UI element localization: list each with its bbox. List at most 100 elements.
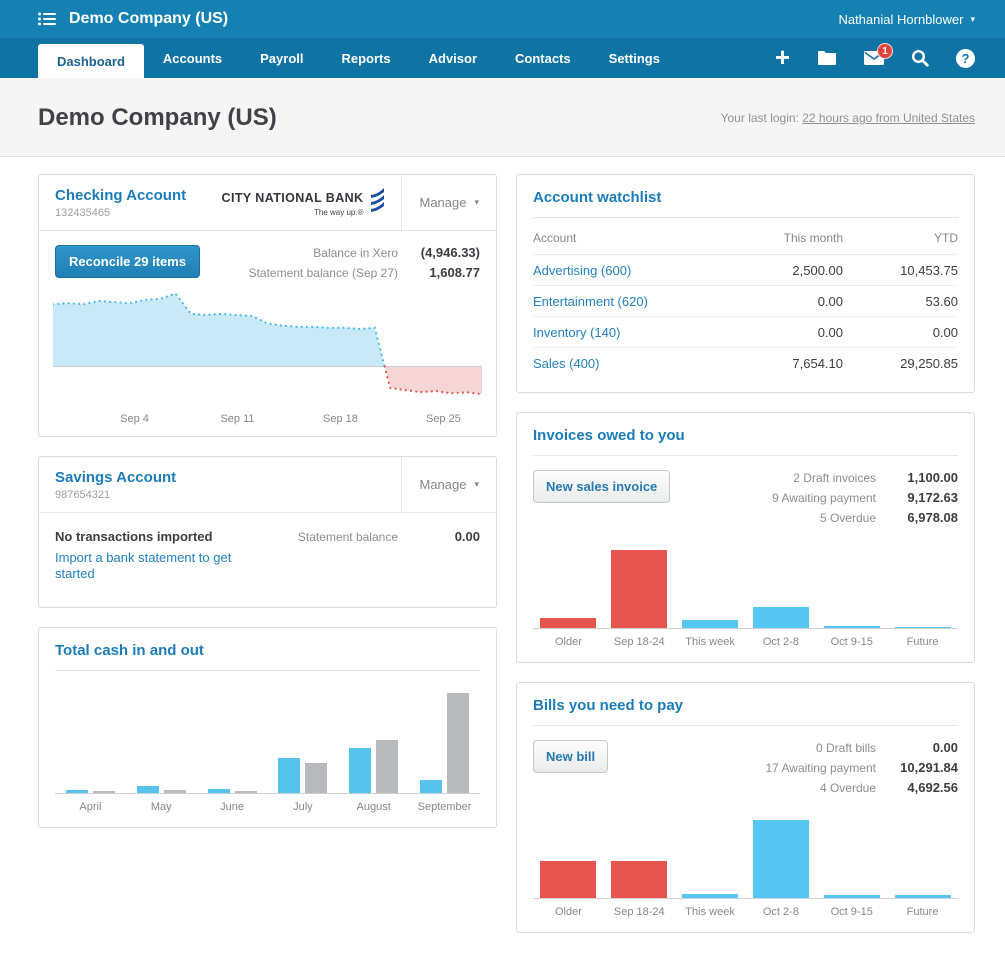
- overdue-value: 6,978.08: [876, 510, 958, 525]
- page-header: Demo Company (US) Your last login: 22 ho…: [0, 78, 1005, 157]
- divider: [55, 670, 480, 671]
- table-row: Advertising (600) 2,500.00 10,453.75: [533, 255, 958, 286]
- checking-card-body: Reconcile 29 items Balance in Xero (4,94…: [39, 231, 496, 282]
- divider: [533, 217, 958, 218]
- draft-bills-value: 0.00: [876, 740, 958, 755]
- right-column: Account watchlist Account This month YTD…: [516, 174, 975, 933]
- invoices-summary-row: New sales invoice 2 Draft invoices 1,100…: [533, 470, 958, 525]
- help-icon[interactable]: ?: [956, 49, 975, 68]
- watchlist-col-account: Account: [533, 220, 708, 255]
- invoices-stats: 2 Draft invoices 1,100.00 9 Awaiting pay…: [772, 470, 958, 525]
- tab-dashboard[interactable]: Dashboard: [38, 44, 144, 78]
- tab-payroll[interactable]: Payroll: [241, 38, 322, 78]
- user-menu[interactable]: Nathanial Hornblower ▾: [838, 12, 975, 27]
- tab-advisor[interactable]: Advisor: [410, 38, 496, 78]
- draft-invoices-label: 2 Draft invoices: [793, 471, 876, 485]
- balance-in-xero-row: Balance in Xero (4,946.33): [249, 245, 480, 260]
- invoices-title: Invoices owed to you: [533, 427, 958, 444]
- overdue-value: 4,692.56: [876, 780, 958, 795]
- draft-bills-label: 0 Draft bills: [816, 741, 876, 755]
- watchlist-month-value: 7,654.10: [708, 348, 843, 379]
- account-watchlist-card: Account watchlist Account This month YTD…: [516, 174, 975, 393]
- watchlist-ytd-value: 29,250.85: [843, 348, 958, 379]
- new-bill-button[interactable]: New bill: [533, 740, 608, 773]
- import-statement-link[interactable]: Import a bank statement to get started: [55, 550, 250, 583]
- watchlist-month-value: 2,500.00: [708, 255, 843, 286]
- awaiting-payment-label: 9 Awaiting payment: [772, 491, 876, 505]
- watchlist-ytd-value: 53.60: [843, 286, 958, 317]
- checking-title-block: Checking Account 132435465: [39, 175, 202, 230]
- overdue-row: 5 Overdue 6,978.08: [772, 510, 958, 525]
- watchlist-account-link[interactable]: Sales (400): [533, 356, 599, 371]
- watchlist-ytd-value: 0.00: [843, 317, 958, 348]
- new-sales-invoice-button[interactable]: New sales invoice: [533, 470, 670, 503]
- checking-manage-menu[interactable]: Manage ▾: [401, 175, 496, 230]
- chevron-down-icon: ▾: [474, 480, 479, 489]
- total-cash-card: Total cash in and out AprilMayJuneJulyAu…: [38, 627, 497, 828]
- checking-balances: Balance in Xero (4,946.33) Statement bal…: [249, 245, 480, 280]
- divider: [533, 725, 958, 726]
- last-login-link[interactable]: 22 hours ago from United States: [802, 111, 975, 125]
- watchlist-account-link[interactable]: Inventory (140): [533, 325, 620, 340]
- checking-card-header: Checking Account 132435465 CITY NATIONAL…: [39, 175, 496, 231]
- savings-statement-label: Statement balance: [298, 530, 398, 544]
- search-icon[interactable]: [911, 49, 929, 67]
- draft-invoices-row: 2 Draft invoices 1,100.00: [772, 470, 958, 485]
- menu-list-icon[interactable]: [38, 12, 56, 26]
- watchlist-account-link[interactable]: Advertising (600): [533, 263, 631, 278]
- mail-icon[interactable]: 1: [864, 51, 884, 65]
- reconcile-button[interactable]: Reconcile 29 items: [55, 245, 200, 278]
- savings-card-header: Savings Account 987654321 Manage ▾: [39, 457, 496, 513]
- savings-account-link[interactable]: Savings Account: [55, 469, 176, 486]
- bills-to-pay-card: Bills you need to pay New bill 0 Draft b…: [516, 682, 975, 933]
- draft-bills-row: 0 Draft bills 0.00: [765, 740, 958, 755]
- checking-account-number: 132435465: [55, 207, 186, 219]
- bills-title: Bills you need to pay: [533, 697, 958, 714]
- watchlist-title: Account watchlist: [533, 189, 958, 206]
- savings-title-block: Savings Account 987654321: [39, 457, 192, 512]
- page-title: Demo Company (US): [38, 104, 277, 132]
- bank-emblem-icon: [370, 187, 385, 218]
- user-name: Nathanial Hornblower: [838, 12, 963, 27]
- savings-manage-menu[interactable]: Manage ▾: [401, 457, 496, 512]
- overdue-row: 4 Overdue 4,692.56: [765, 780, 958, 795]
- folder-icon[interactable]: [817, 50, 837, 66]
- table-row: Inventory (140) 0.00 0.00: [533, 317, 958, 348]
- savings-card-body: No transactions imported Import a bank s…: [39, 513, 496, 607]
- balance-in-xero-value: (4,946.33): [398, 245, 480, 260]
- savings-statement-value: 0.00: [398, 529, 480, 544]
- last-login-label: Your last login:: [721, 111, 799, 125]
- tab-settings[interactable]: Settings: [590, 38, 679, 78]
- mail-badge: 1: [877, 43, 893, 59]
- chevron-down-icon: ▾: [474, 198, 479, 207]
- awaiting-payment-row: 9 Awaiting payment 9,172.63: [772, 490, 958, 505]
- awaiting-payment-value: 10,291.84: [876, 760, 958, 775]
- topbar-company-name: Demo Company (US): [69, 10, 228, 28]
- watchlist-header-row: Account This month YTD: [533, 220, 958, 255]
- bills-summary-row: New bill 0 Draft bills 0.00 17 Awaiting …: [533, 740, 958, 795]
- awaiting-payment-value: 9,172.63: [876, 490, 958, 505]
- watchlist-account-link[interactable]: Entertainment (620): [533, 294, 648, 309]
- checking-balance-chart: Sep 4Sep 11Sep 18Sep 25: [53, 286, 482, 428]
- statement-balance-label: Statement balance (Sep 27): [249, 266, 398, 280]
- bank-logo: CITY NATIONAL BANK The way up.®: [222, 187, 402, 218]
- tab-reports[interactable]: Reports: [323, 38, 410, 78]
- watchlist-col-ytd: YTD: [843, 220, 958, 255]
- last-login: Your last login: 22 hours ago from Unite…: [721, 111, 975, 125]
- plus-icon[interactable]: +: [775, 44, 790, 70]
- balance-in-xero-label: Balance in Xero: [313, 246, 398, 260]
- watchlist-month-value: 0.00: [708, 317, 843, 348]
- tab-accounts[interactable]: Accounts: [144, 38, 241, 78]
- checking-account-link[interactable]: Checking Account: [55, 187, 186, 204]
- total-cash-title: Total cash in and out: [55, 642, 480, 659]
- watchlist-col-month: This month: [708, 220, 843, 255]
- bills-stats: 0 Draft bills 0.00 17 Awaiting payment 1…: [765, 740, 958, 795]
- cash-in-out-chart: AprilMayJuneJulyAugustSeptember: [55, 689, 480, 813]
- watchlist-month-value: 0.00: [708, 286, 843, 317]
- statement-balance-value: 1,608.77: [398, 265, 480, 280]
- watchlist-ytd-value: 10,453.75: [843, 255, 958, 286]
- tab-contacts[interactable]: Contacts: [496, 38, 590, 78]
- table-row: Sales (400) 7,654.10 29,250.85: [533, 348, 958, 379]
- nav-icon-group: + 1 ?: [775, 38, 975, 78]
- bank-tagline: The way up.®: [222, 208, 364, 217]
